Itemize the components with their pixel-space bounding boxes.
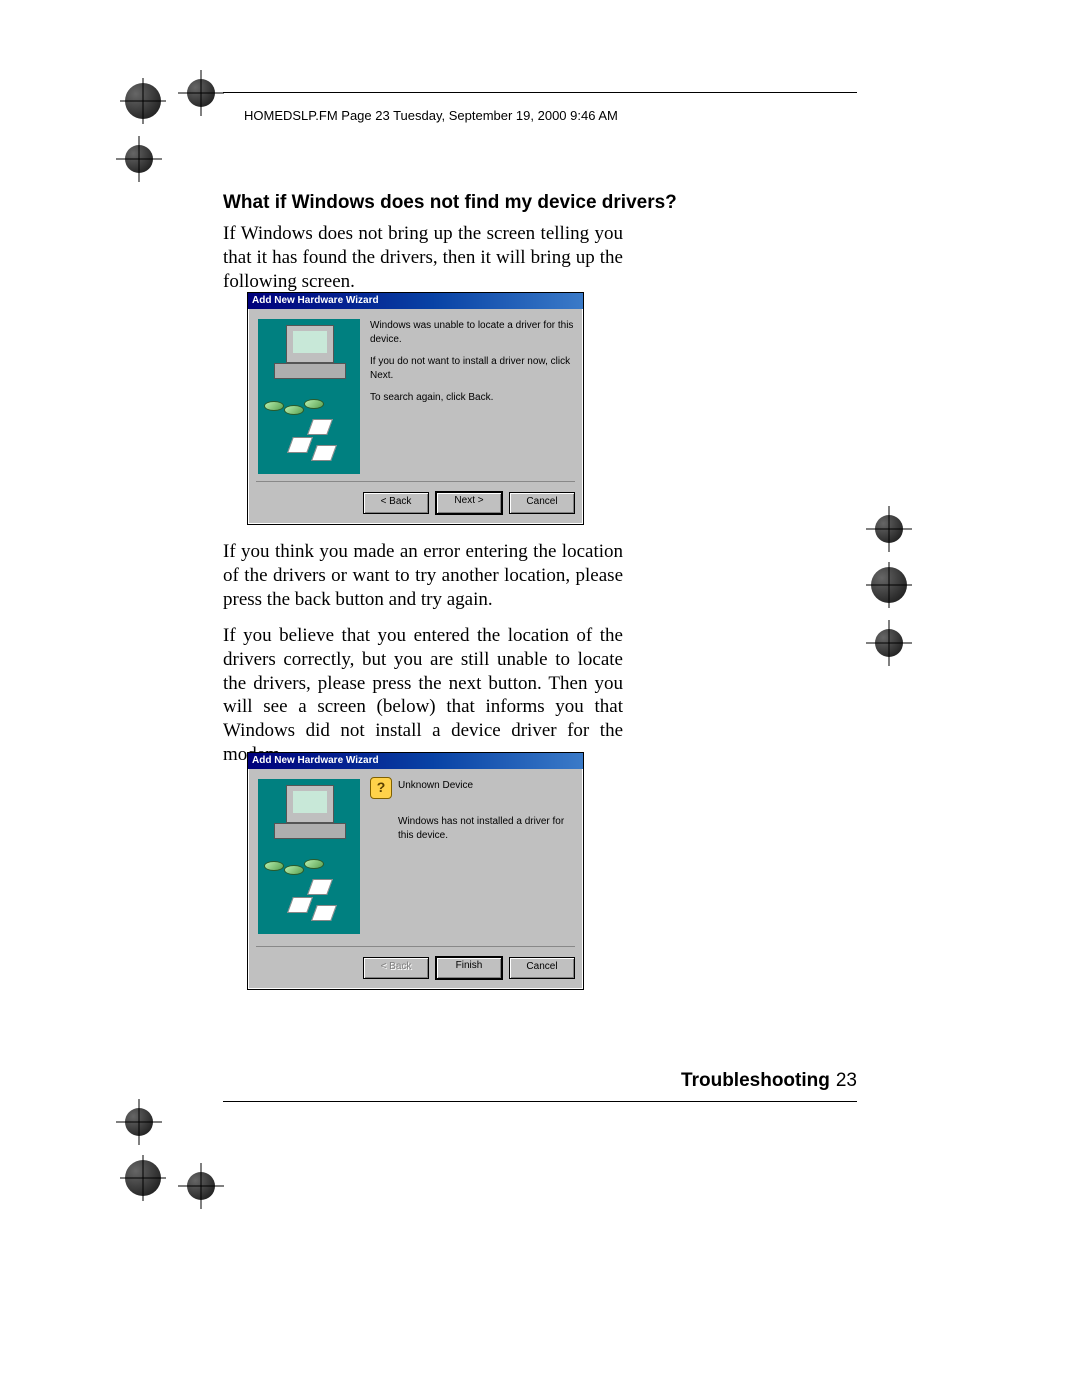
section-heading: What if Windows does not find my device … bbox=[223, 192, 677, 214]
dialog-button-row: < Back Next > Cancel bbox=[256, 481, 575, 518]
page-number: 23 bbox=[836, 1070, 857, 1091]
dialog-message: Windows was unable to locate a driver fo… bbox=[370, 319, 575, 413]
dialog-titlebar: Add New Hardware Wizard bbox=[248, 753, 583, 769]
registration-mark-icon bbox=[866, 562, 912, 608]
next-button[interactable]: Next > bbox=[435, 491, 503, 515]
wizard-illustration-icon bbox=[258, 779, 360, 934]
dialog-text: Windows has not installed a driver for t… bbox=[398, 815, 575, 843]
registration-mark-icon bbox=[178, 1163, 224, 1209]
hardware-wizard-dialog-1: Add New Hardware Wizard Windows was unab… bbox=[247, 292, 584, 525]
registration-mark-icon bbox=[866, 506, 912, 552]
body-paragraph: If Windows does not bring up the screen … bbox=[223, 222, 623, 293]
body-paragraph: If you believe that you entered the loca… bbox=[223, 624, 623, 767]
footer-section: Troubleshooting bbox=[681, 1070, 830, 1091]
cancel-button[interactable]: Cancel bbox=[509, 492, 575, 514]
registration-mark-icon bbox=[120, 1155, 166, 1201]
device-name: Unknown Device bbox=[398, 779, 575, 793]
top-rule bbox=[223, 92, 857, 93]
document-page: HOMEDSLP.FM Page 23 Tuesday, September 1… bbox=[0, 0, 1080, 1397]
registration-mark-icon bbox=[116, 136, 162, 182]
dialog-titlebar: Add New Hardware Wizard bbox=[248, 293, 583, 309]
wizard-illustration-icon bbox=[258, 319, 360, 474]
registration-mark-icon bbox=[866, 620, 912, 666]
running-header: HOMEDSLP.FM Page 23 Tuesday, September 1… bbox=[244, 108, 618, 123]
registration-mark-icon bbox=[178, 70, 224, 116]
back-button[interactable]: < Back bbox=[363, 492, 429, 514]
dialog-text: If you do not want to install a driver n… bbox=[370, 355, 575, 383]
body-paragraph: If you think you made an error entering … bbox=[223, 540, 623, 611]
dialog-button-row: < Back Finish Cancel bbox=[256, 946, 575, 983]
back-button: < Back bbox=[363, 957, 429, 979]
dialog-message: Unknown Device Windows has not installed… bbox=[398, 779, 575, 851]
hardware-wizard-dialog-2: Add New Hardware Wizard ? Unknown Device… bbox=[247, 752, 584, 990]
registration-mark-icon bbox=[120, 78, 166, 124]
page-footer: Troubleshooting 23 bbox=[681, 1070, 857, 1092]
registration-mark-icon bbox=[116, 1099, 162, 1145]
bottom-rule bbox=[223, 1101, 857, 1102]
cancel-button[interactable]: Cancel bbox=[509, 957, 575, 979]
dialog-text: Windows was unable to locate a driver fo… bbox=[370, 319, 575, 347]
question-mark-icon: ? bbox=[370, 777, 392, 799]
finish-button[interactable]: Finish bbox=[435, 956, 503, 980]
dialog-text: To search again, click Back. bbox=[370, 391, 575, 405]
